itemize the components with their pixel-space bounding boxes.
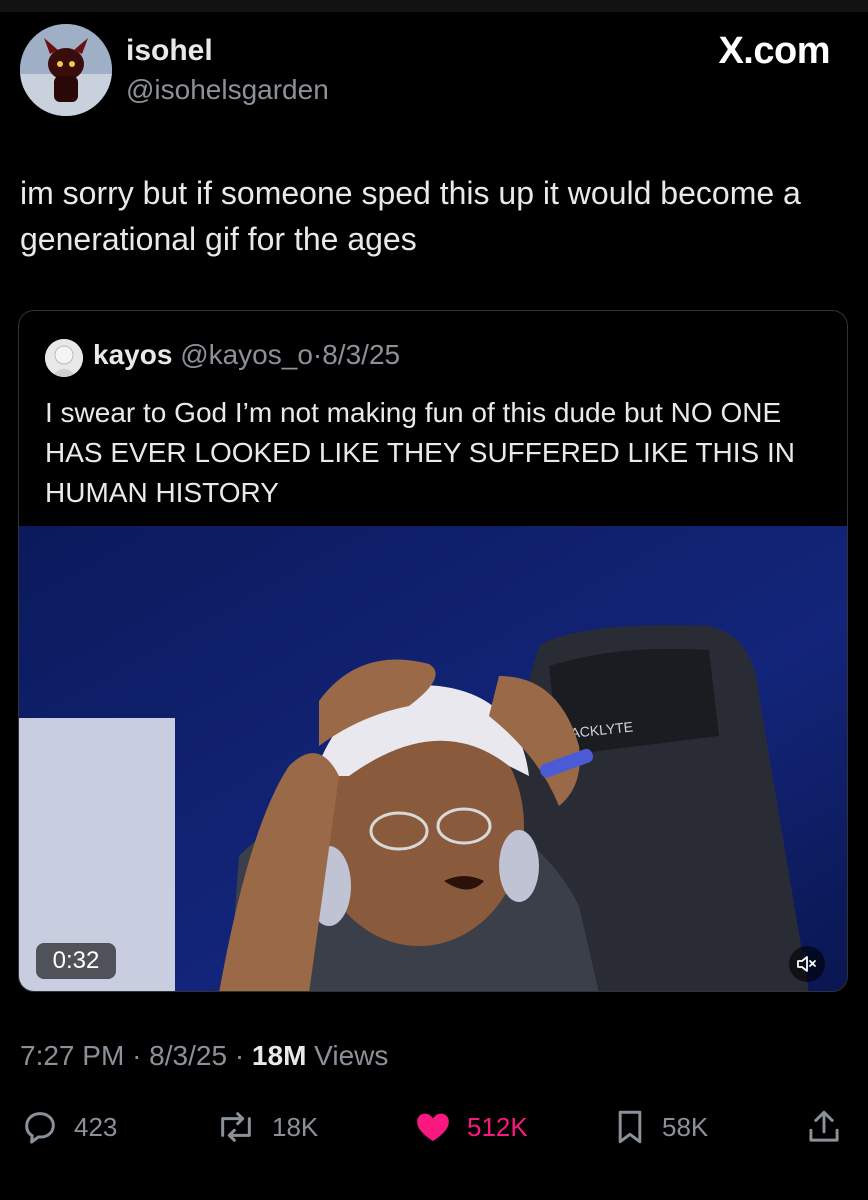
reply-button[interactable]: 423 [20, 1105, 117, 1149]
bookmark-icon [618, 1110, 642, 1144]
like-count: 512K [467, 1111, 528, 1142]
repost-icon [221, 1112, 251, 1142]
quoted-author-handle[interactable]: @kayos_o [180, 339, 313, 370]
tweet-date[interactable]: 8/3/25 [149, 1040, 227, 1071]
views-count: 18M [251, 1040, 307, 1071]
timestamp-separator: · [132, 1040, 142, 1071]
quoted-avatar [45, 339, 83, 377]
mute-button[interactable] [789, 946, 825, 982]
tweet-time[interactable]: 7:27 PM [20, 1040, 124, 1071]
timestamp-separator: · [234, 1040, 245, 1071]
repost-button[interactable]: 18K [214, 1105, 318, 1149]
tweet-text: im sorry but if someone sped this up it … [20, 175, 801, 257]
reply-icon [25, 1112, 55, 1144]
views-label: Views [314, 1040, 389, 1071]
quoted-header: kayos @kayos_o·8/3/25 [93, 339, 400, 371]
quoted-author-name[interactable]: kayos [93, 339, 172, 370]
author-avatar[interactable] [20, 24, 112, 116]
author-handle[interactable]: @isohelsgarden [126, 74, 329, 106]
action-bar: 423 18K 512K 58K [0, 1105, 868, 1155]
share-icon [809, 1110, 839, 1142]
mute-icon [797, 956, 816, 972]
repost-count: 18K [272, 1111, 319, 1142]
video-duration: 0:32 [36, 943, 116, 979]
like-button[interactable]: 512K [413, 1105, 528, 1149]
bookmark-count: 58K [662, 1111, 709, 1142]
bookmark-button[interactable]: 58K [612, 1105, 708, 1149]
quoted-separator: · [312, 339, 323, 370]
tweet-timestamp: 7:27 PM · 8/3/25 · 18M Views [20, 1040, 388, 1072]
quoted-text: I swear to God I’m not making fun of thi… [45, 397, 795, 508]
like-icon [417, 1113, 449, 1142]
reply-count: 423 [74, 1111, 118, 1142]
status-bar-strip [0, 0, 868, 12]
quoted-date: 8/3/25 [322, 339, 401, 370]
author-name[interactable]: isohel [126, 34, 213, 68]
quoted-tweet[interactable]: kayos @kayos_o·8/3/25 I swear to God I’m… [18, 310, 848, 992]
video-player[interactable]: ACKLYTE 0:32 [19, 526, 847, 991]
share-button[interactable] [806, 1105, 856, 1149]
video-frame: ACKLYTE [19, 526, 847, 991]
brand-logo: X.com [718, 30, 830, 72]
